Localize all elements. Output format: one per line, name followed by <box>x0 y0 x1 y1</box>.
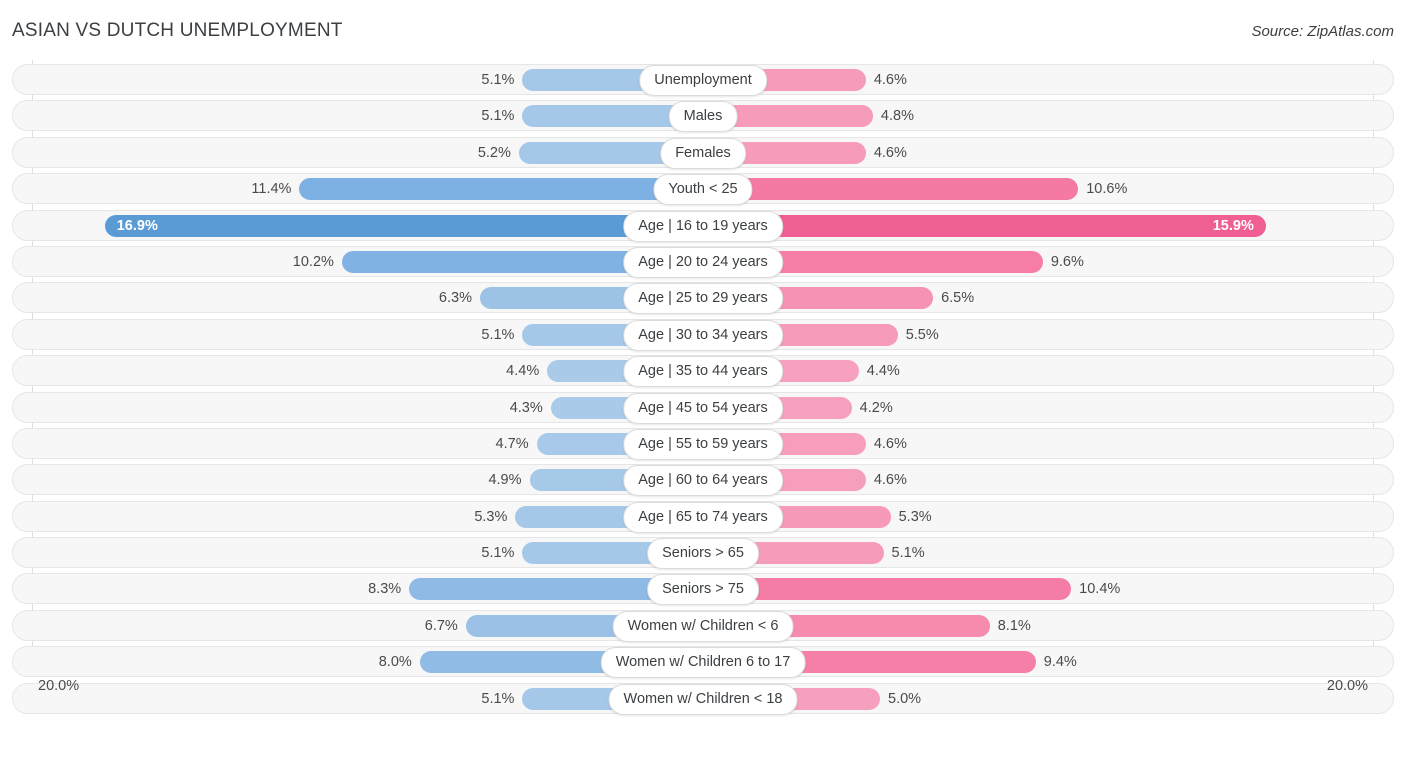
category-label[interactable]: Age | 25 to 29 years <box>623 283 783 315</box>
category-label[interactable]: Females <box>660 137 746 169</box>
bar-dutch[interactable] <box>703 178 1079 201</box>
value-label-dutch: 9.4% <box>1043 654 1077 671</box>
bar-asian[interactable] <box>104 214 703 237</box>
value-label-dutch: 4.6% <box>873 472 907 489</box>
chart-row: 8.3% 10.4% Seniors > 75 <box>0 572 1406 608</box>
chart-container: ASIAN VS DUTCH UNEMPLOYMENT Source: ZipA… <box>0 0 1406 757</box>
chart-row: 16.9% 15.9% Age | 16 to 19 years <box>0 209 1406 245</box>
value-label-dutch: 5.1% <box>891 545 925 562</box>
category-label[interactable]: Seniors > 75 <box>647 574 759 606</box>
value-label-dutch: 4.4% <box>866 363 900 380</box>
value-label-dutch: 10.6% <box>1086 181 1128 198</box>
chart-row: 4.9% 4.6% Age | 60 to 64 years <box>0 463 1406 499</box>
chart-row: 4.7% 4.6% Age | 55 to 59 years <box>0 427 1406 463</box>
category-label[interactable]: Youth < 25 <box>653 174 753 206</box>
value-label-asian: 8.0% <box>378 654 412 671</box>
value-label-dutch: 10.4% <box>1079 581 1121 598</box>
chart-row: 4.4% 4.4% Age | 35 to 44 years <box>0 354 1406 390</box>
value-label-asian: 5.1% <box>481 108 515 125</box>
value-label-dutch: 6.5% <box>941 290 975 307</box>
bar-asian[interactable] <box>299 178 703 201</box>
chart-row: 5.1% 5.1% Seniors > 65 <box>0 536 1406 572</box>
category-label[interactable]: Age | 45 to 54 years <box>623 392 783 424</box>
value-label-asian: 16.9% <box>116 217 158 234</box>
source-label: Source: ZipAtlas.com <box>1251 23 1394 40</box>
plot-area: 5.1% 4.6% Unemployment 5.1% 4.8% Males 5.2% 4.6… <box>0 60 1406 720</box>
value-label-dutch: 5.3% <box>898 508 932 525</box>
category-label[interactable]: Women w/ Children < 18 <box>608 683 798 715</box>
value-label-dutch: 5.5% <box>905 326 939 343</box>
value-label-asian: 10.2% <box>292 253 334 270</box>
value-label-dutch: 4.6% <box>873 144 907 161</box>
value-label-asian: 5.2% <box>477 144 511 161</box>
value-label-asian: 4.9% <box>488 472 522 489</box>
value-label-asian: 5.3% <box>474 508 508 525</box>
chart-row: 11.4% 10.6% Youth < 25 <box>0 172 1406 208</box>
chart-row: 5.1% 4.8% Males <box>0 99 1406 135</box>
value-label-dutch: 8.1% <box>997 617 1031 634</box>
category-label[interactable]: Age | 16 to 19 years <box>623 210 783 242</box>
chart-row: 6.7% 8.1% Women w/ Children < 6 <box>0 609 1406 645</box>
page-title: ASIAN VS DUTCH UNEMPLOYMENT <box>12 20 343 41</box>
category-label[interactable]: Age | 30 to 34 years <box>623 319 783 351</box>
category-label[interactable]: Age | 35 to 44 years <box>623 356 783 388</box>
category-label[interactable]: Women w/ Children 6 to 17 <box>600 647 806 679</box>
category-label[interactable]: Age | 20 to 24 years <box>623 246 783 278</box>
value-label-asian: 11.4% <box>251 181 292 198</box>
category-label[interactable]: Seniors > 65 <box>647 538 759 570</box>
chart-row: 5.1% 4.6% Unemployment <box>0 63 1406 99</box>
chart-row: 10.2% 9.6% Age | 20 to 24 years <box>0 245 1406 281</box>
category-label[interactable]: Age | 60 to 64 years <box>623 465 783 497</box>
bar-rows: 5.1% 4.6% Unemployment 5.1% 4.8% Males 5.2% 4.6… <box>0 63 1406 718</box>
category-label[interactable]: Women w/ Children < 6 <box>612 610 794 642</box>
value-label-asian: 5.1% <box>481 72 515 88</box>
category-label[interactable]: Males <box>668 101 738 133</box>
value-label-dutch: 4.8% <box>880 108 914 125</box>
value-label-dutch: 4.6% <box>873 72 907 88</box>
value-label-dutch: 4.2% <box>859 399 893 416</box>
category-label[interactable]: Age | 55 to 59 years <box>623 428 783 460</box>
chart-row: 4.3% 4.2% Age | 45 to 54 years <box>0 391 1406 427</box>
value-label-asian: 5.1% <box>481 545 515 562</box>
chart-row: 5.3% 5.3% Age | 65 to 74 years <box>0 500 1406 536</box>
chart-row: 6.3% 6.5% Age | 25 to 29 years <box>0 281 1406 317</box>
value-label-dutch: 15.9% <box>1212 217 1254 234</box>
bar-dutch[interactable] <box>703 214 1266 237</box>
value-label-asian: 6.7% <box>424 617 458 634</box>
category-label[interactable]: Unemployment <box>639 65 767 96</box>
value-label-dutch: 4.6% <box>873 435 907 452</box>
value-label-asian: 4.3% <box>509 399 543 416</box>
chart-row: 5.2% 4.6% Females <box>0 136 1406 172</box>
chart-row: 8.0% 9.4% Women w/ Children 6 to 17 <box>0 645 1406 681</box>
value-label-asian: 4.4% <box>506 363 540 380</box>
value-label-asian: 4.7% <box>495 435 529 452</box>
chart-row: 5.1% 5.5% Age | 30 to 34 years <box>0 318 1406 354</box>
category-label[interactable]: Age | 65 to 74 years <box>623 501 783 533</box>
value-label-asian: 5.1% <box>481 326 515 343</box>
value-label-asian: 6.3% <box>438 290 472 307</box>
value-label-asian: 8.3% <box>368 581 402 598</box>
value-label-dutch: 9.6% <box>1050 253 1084 270</box>
